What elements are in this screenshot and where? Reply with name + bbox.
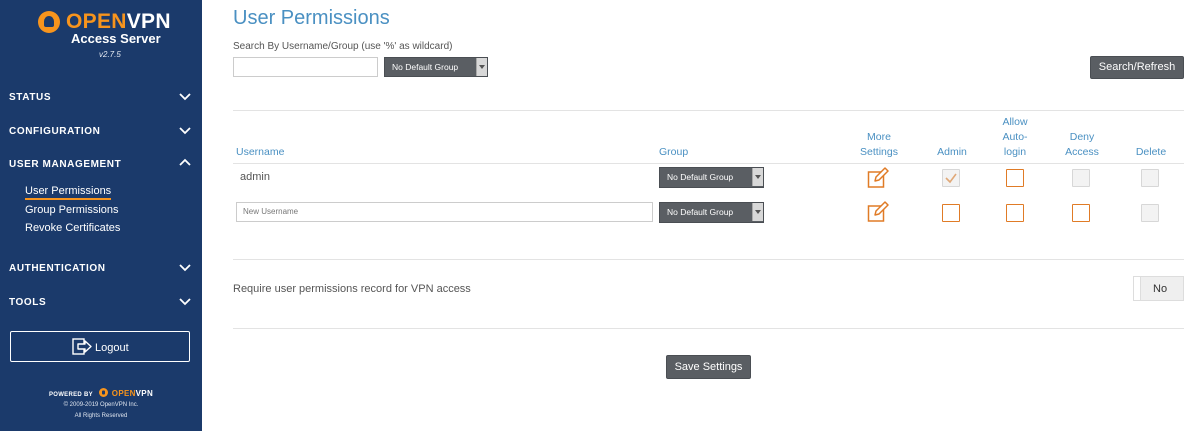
new-username-input[interactable]: New Username (236, 202, 653, 222)
row-admin-group-value: No Default Group (667, 172, 734, 182)
powered-brand-open: OPEN (111, 389, 136, 398)
brand-vpn: VPN (126, 10, 171, 33)
row-username-admin: admin (240, 171, 270, 183)
new-admin-checkbox[interactable] (942, 204, 960, 222)
powered-brand-vpn: VPN (135, 389, 154, 398)
nav-configuration[interactable]: CONFIGURATION (0, 122, 202, 142)
dropdown-arrow-icon (476, 58, 487, 76)
openvpn-small-icon (98, 388, 108, 397)
row-new-group-select[interactable]: No Default Group (659, 202, 764, 223)
logout-label: Logout (95, 342, 129, 354)
new-deny-access-checkbox[interactable] (1072, 204, 1090, 222)
table-header-divider (233, 163, 1184, 164)
allow-auto-login-checkbox[interactable] (1006, 169, 1024, 187)
sidebar: OPENVPN Access Server v2.7.5 STATUS CONF… (0, 0, 202, 431)
delete-checkbox[interactable] (1141, 169, 1159, 187)
logout-button[interactable]: Logout (10, 331, 190, 362)
new-delete-checkbox[interactable] (1141, 204, 1159, 222)
row-admin-group-select[interactable]: No Default Group (659, 167, 764, 188)
header-more-settings-line2: Settings (860, 146, 898, 158)
divider (233, 328, 1184, 329)
powered-by-label: POWERED BY (48, 392, 93, 398)
rights-reserved: All Rights Reserved (74, 413, 128, 419)
openvpn-logo: OPENVPN Access Server v2.7.5 (38, 11, 171, 61)
header-more-settings: More Settings (849, 130, 909, 160)
nav-tools-label: TOOLS (9, 297, 47, 308)
search-refresh-button[interactable]: Search/Refresh (1090, 56, 1184, 79)
new-allow-auto-login-checkbox[interactable] (1006, 204, 1024, 222)
chevron-down-icon (179, 93, 191, 101)
brand-version: v2.7.5 (99, 50, 121, 59)
search-label: Search By Username/Group (use '%' as wil… (233, 41, 453, 52)
header-delete: Delete (1135, 146, 1167, 158)
nav-authentication-label: AUTHENTICATION (9, 263, 106, 274)
header-username: Username (236, 146, 285, 158)
deny-access-checkbox[interactable] (1072, 169, 1090, 187)
nav-user-management-label: USER MANAGEMENT (9, 159, 122, 170)
page-title: User Permissions (233, 7, 390, 29)
header-deny-line2: Access (1065, 146, 1099, 158)
copyright: © 2009-2019 OpenVPN Inc. (63, 402, 139, 408)
nav-status[interactable]: STATUS (0, 88, 202, 108)
chevron-up-icon (179, 158, 191, 166)
require-permissions-toggle[interactable]: No (1133, 276, 1184, 301)
divider (233, 259, 1184, 260)
header-allow-line1: Allow (1002, 116, 1028, 128)
toggle-value: No (1153, 283, 1168, 295)
brand-open: OPEN (66, 10, 127, 33)
chevron-down-icon (179, 127, 191, 135)
sidebar-item-group-permissions[interactable]: Group Permissions (25, 204, 119, 216)
save-settings-button[interactable]: Save Settings (666, 355, 751, 379)
brand-name: OPENVPN (66, 11, 171, 33)
header-deny-line1: Deny (1069, 131, 1095, 143)
require-permissions-label: Require user permissions record for VPN … (233, 283, 471, 295)
brand-subtitle: Access Server (71, 31, 161, 46)
header-more-settings-line1: More (867, 131, 891, 143)
powered-brand: OPENVPN (112, 389, 153, 398)
chevron-down-icon (179, 264, 191, 272)
header-group: Group (659, 146, 689, 158)
openvpn-lock-icon (38, 11, 60, 33)
nav-tools[interactable]: TOOLS (0, 293, 202, 313)
header-admin: Admin (937, 146, 967, 158)
header-allow-line2: Auto- (1002, 131, 1028, 143)
edit-icon[interactable] (867, 201, 889, 223)
header-allow-line3: login (1003, 146, 1027, 158)
header-deny-access: Deny Access (1055, 130, 1109, 160)
powered-by: POWERED BY OPENVPN (0, 388, 202, 398)
edit-icon[interactable] (867, 167, 889, 189)
divider (233, 110, 1184, 111)
admin-checkbox-checked[interactable] (942, 169, 960, 187)
header-allow-auto-login: Allow Auto- login (990, 115, 1040, 160)
sidebar-item-user-permissions[interactable]: User Permissions (25, 185, 112, 200)
nav-status-label: STATUS (9, 92, 52, 103)
check-icon (945, 173, 957, 184)
dropdown-arrow-icon (752, 168, 763, 186)
nav-user-management[interactable]: USER MANAGEMENT (0, 155, 202, 175)
search-input[interactable] (233, 57, 378, 77)
sidebar-item-revoke-certificates[interactable]: Revoke Certificates (25, 222, 120, 234)
search-group-select-value: No Default Group (392, 62, 459, 72)
dropdown-arrow-icon (752, 203, 763, 221)
logout-icon (72, 338, 92, 355)
row-new-group-value: No Default Group (667, 207, 734, 217)
nav-configuration-label: CONFIGURATION (9, 126, 101, 137)
chevron-down-icon (179, 298, 191, 306)
nav-authentication[interactable]: AUTHENTICATION (0, 259, 202, 279)
toggle-knob (1134, 277, 1141, 300)
search-group-select[interactable]: No Default Group (384, 57, 488, 77)
